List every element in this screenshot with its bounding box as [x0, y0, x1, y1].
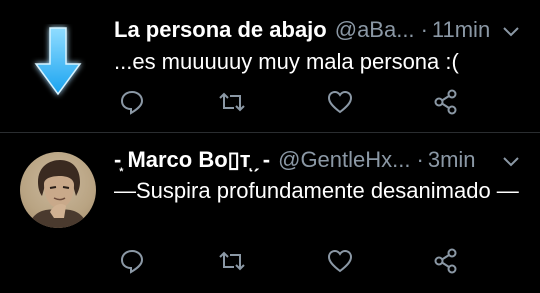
separator: ·	[420, 17, 428, 42]
tweet-text: —Suspira profundamente desanimado —	[114, 178, 519, 203]
like-icon[interactable]	[326, 247, 354, 275]
handle[interactable]: @GentleHx...	[278, 147, 410, 173]
tweet[interactable]: La persona de abajo @aBa... · 11min ...e…	[0, 0, 540, 133]
tweet-text: ...es muuuuuy muy mala persona :(	[114, 49, 459, 74]
tweet-header: -͙ Marco Bo▯тͅ ̗ - @GentleHx... · 3min	[114, 146, 522, 174]
timestamp[interactable]: 3min	[428, 147, 476, 173]
user-avatar[interactable]	[20, 152, 96, 228]
tweet-actions	[114, 247, 474, 277]
reply-icon[interactable]	[118, 247, 146, 275]
down-arrow-icon[interactable]	[30, 24, 86, 100]
handle[interactable]: @aBa...	[335, 17, 415, 43]
timestamp[interactable]: 11min	[432, 17, 490, 43]
share-icon[interactable]	[432, 88, 460, 116]
chevron-down-icon[interactable]	[500, 150, 522, 172]
like-icon[interactable]	[326, 88, 354, 116]
tweet-actions	[114, 88, 474, 118]
retweet-icon[interactable]	[218, 88, 246, 116]
tweet[interactable]: -͙ Marco Bo▯тͅ ̗ - @GentleHx... · 3min —…	[0, 133, 540, 293]
share-icon[interactable]	[432, 247, 460, 275]
retweet-icon[interactable]	[218, 247, 246, 275]
chevron-down-icon[interactable]	[500, 20, 522, 42]
tweet-header: La persona de abajo @aBa... · 11min	[114, 16, 522, 44]
separator: ·	[416, 147, 424, 172]
display-name[interactable]: -͙ Marco Bo▯тͅ ̗ -	[114, 147, 270, 173]
reply-icon[interactable]	[118, 88, 146, 116]
display-name[interactable]: La persona de abajo	[114, 17, 327, 43]
